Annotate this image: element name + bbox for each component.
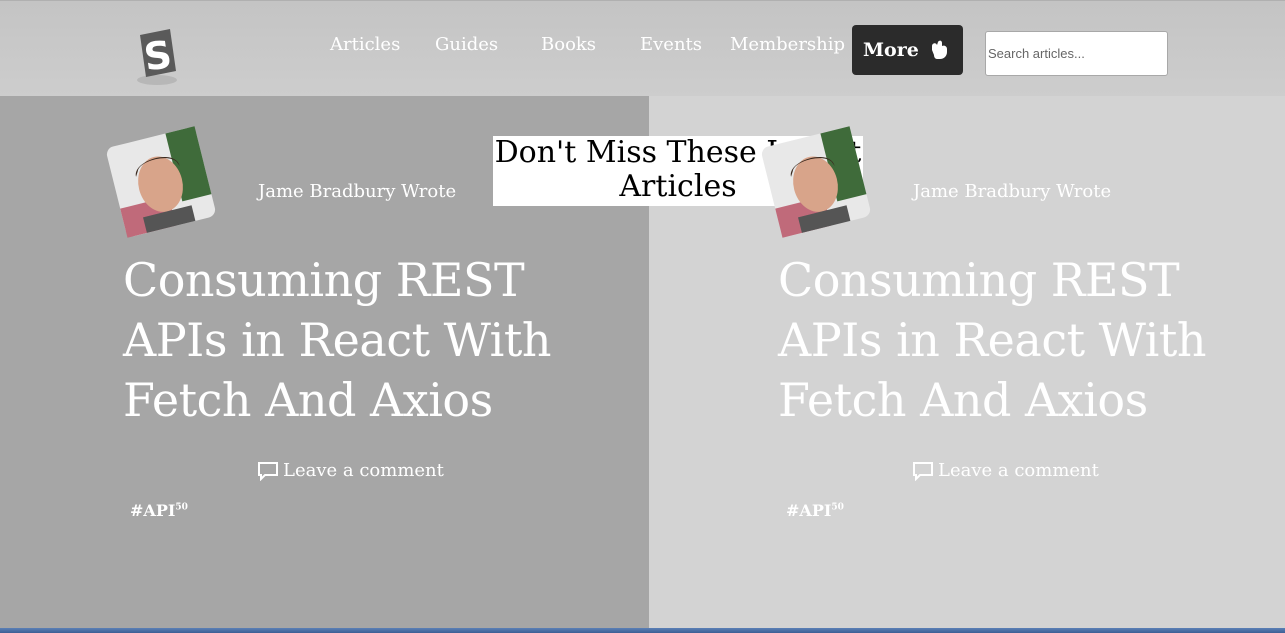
author-avatar[interactable] <box>105 126 217 238</box>
site-logo-icon[interactable]: S <box>130 25 184 87</box>
os-taskbar <box>0 628 1285 633</box>
tag-label: #API <box>130 501 176 520</box>
site-header: S Articles Guides Books Events Membershi… <box>0 0 1285 96</box>
leave-comment-link[interactable]: Leave a comment <box>912 460 1099 481</box>
hand-pointer-icon <box>932 40 947 59</box>
tag-link[interactable]: #API50 <box>130 501 188 520</box>
comment-icon <box>258 461 278 481</box>
more-label: More <box>863 39 919 61</box>
nav-guides[interactable]: Guides <box>435 34 498 55</box>
nav-events[interactable]: Events <box>640 34 702 55</box>
search-input[interactable] <box>985 31 1168 76</box>
author-line: Jame Bradbury Wrote <box>258 181 457 202</box>
leave-comment-link[interactable]: Leave a comment <box>257 460 444 481</box>
more-button[interactable]: More <box>852 25 963 75</box>
tag-link[interactable]: #API50 <box>786 501 844 520</box>
comment-label: Leave a comment <box>283 460 444 481</box>
nav-articles[interactable]: Articles <box>330 34 400 55</box>
article-title[interactable]: Consuming REST APIs in React With Fetch … <box>778 250 1218 430</box>
nav-books[interactable]: Books <box>541 34 596 55</box>
nav-membership[interactable]: Membership <box>730 34 845 55</box>
author-line: Jame Bradbury Wrote <box>913 181 1112 202</box>
author-avatar[interactable] <box>760 126 872 238</box>
comment-icon <box>913 461 933 481</box>
tag-count: 50 <box>175 502 188 513</box>
comment-label: Leave a comment <box>938 460 1099 481</box>
tag-count: 50 <box>831 502 844 513</box>
article-title[interactable]: Consuming REST APIs in React With Fetch … <box>123 250 563 430</box>
tag-label: #API <box>786 501 832 520</box>
